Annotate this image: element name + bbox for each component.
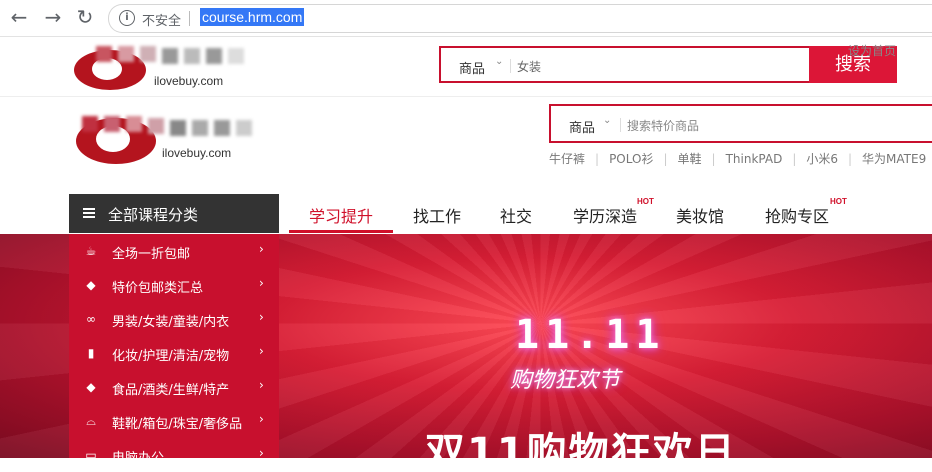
hot-keyword-link[interactable]: 牛仔裤: [549, 152, 595, 166]
chevron-down-icon[interactable]: ⌄: [495, 56, 503, 67]
all-categories-label: 全部课程分类: [108, 206, 199, 224]
menu-item-label: 男装/女装/童装/内衣: [112, 315, 230, 330]
nav-item-flash-sale[interactable]: 抢购专区: [765, 203, 829, 227]
logo-main[interactable]: ilovebuy.com: [74, 112, 264, 164]
banner-script: 购物狂欢节: [510, 368, 621, 393]
set-homepage-link[interactable]: 设为首页: [848, 42, 896, 59]
banner-headline: 双11购物狂欢日: [425, 430, 737, 458]
logo-pixel: [162, 48, 178, 64]
menu-item-label: 鞋靴/箱包/珠宝/奢侈品: [112, 417, 243, 432]
nav-item-social[interactable]: 社交: [500, 203, 532, 227]
menu-item-label: 电脑办公: [112, 451, 165, 466]
divider: [0, 96, 932, 97]
menu-item[interactable]: ◆ 食品/酒类/生鲜/特产 ›: [69, 370, 279, 404]
chevron-right-icon: ›: [259, 310, 264, 324]
menu-item[interactable]: ∞ 男装/女装/童装/内衣 ›: [69, 302, 279, 336]
logo-pixel: [148, 118, 164, 134]
chevron-down-icon[interactable]: ⌄: [603, 115, 611, 126]
bra-icon: ∞: [86, 312, 96, 326]
shoe-icon: ⌓: [86, 414, 96, 428]
hot-keyword-link[interactable]: 单鞋: [668, 152, 712, 166]
logo-top[interactable]: ilovebuy.com: [74, 44, 254, 90]
search-category-select[interactable]: 商品: [569, 117, 595, 136]
nav-item-jobs[interactable]: 找工作: [413, 203, 461, 227]
browser-toolbar: ← → ↻ i 不安全 course.hrm.com: [0, 0, 932, 37]
divider: [620, 118, 621, 132]
hot-keyword-link[interactable]: ThinkPAD: [716, 152, 793, 166]
menu-item[interactable]: ◆ 特价包邮类汇总 ›: [69, 268, 279, 302]
logo-pixel: [140, 46, 156, 62]
logo-text: ilovebuy.com: [154, 74, 224, 88]
reload-icon[interactable]: ↻: [74, 6, 96, 28]
fish-icon: ◆: [86, 380, 96, 394]
logo-pixel: [104, 116, 120, 132]
menu-item-label: 化妆/护理/清洁/宠物: [112, 349, 230, 364]
menu-item[interactable]: ▮ 化妆/护理/清洁/宠物 ›: [69, 336, 279, 370]
active-tab-indicator: [289, 230, 393, 233]
all-categories-button[interactable]: 全部课程分类: [69, 194, 279, 233]
search-input[interactable]: 搜索特价商品: [627, 117, 699, 134]
menu-item[interactable]: ▭ 电脑办公 ›: [69, 438, 279, 472]
fish-icon: ◆: [86, 278, 96, 292]
logo-pixel: [236, 120, 252, 136]
divider: [510, 59, 511, 73]
nav-item-beauty[interactable]: 美妆馆: [676, 203, 724, 227]
arrow-right-icon[interactable]: →: [42, 6, 64, 28]
hot-keyword-link[interactable]: 华为MATE9: [852, 152, 932, 166]
logo-pixel: [170, 120, 186, 136]
hot-keyword-link[interactable]: 小米6: [796, 152, 848, 166]
menu-icon: [83, 208, 95, 218]
menu-item[interactable]: ⌓ 鞋靴/箱包/珠宝/奢侈品 ›: [69, 404, 279, 438]
hot-keyword-link[interactable]: POLO衫: [599, 152, 663, 166]
logo-text: ilovebuy.com: [162, 146, 232, 160]
chevron-right-icon: ›: [259, 276, 264, 290]
info-icon[interactable]: i: [119, 10, 135, 26]
logo-pixel: [126, 116, 142, 132]
search-input[interactable]: 女装: [517, 58, 541, 75]
chevron-right-icon: ›: [259, 344, 264, 358]
search-category-select[interactable]: 商品: [459, 58, 485, 77]
chevron-right-icon: ›: [259, 412, 264, 426]
computer-icon: ▭: [85, 448, 97, 462]
hot-badge: HOT: [830, 197, 847, 206]
menu-item-label: 特价包邮类汇总: [112, 281, 204, 296]
logo-pixel: [96, 46, 112, 62]
logo-pixel: [82, 116, 98, 132]
menu-item-label: 食品/酒类/生鲜/特产: [112, 383, 230, 398]
cup-icon: ☕: [85, 244, 97, 258]
address-bar[interactable]: i 不安全 course.hrm.com: [108, 4, 932, 33]
search-bar-main: 商品 ⌄ 搜索特价商品: [549, 104, 932, 143]
chevron-right-icon: ›: [259, 378, 264, 392]
logo-pixel: [228, 48, 244, 64]
category-menu: ☕ 全场一折包邮 › ◆ 特价包邮类汇总 › ∞ 男装/女装/童装/内衣 › ▮…: [69, 234, 279, 466]
menu-item-label: 全场一折包邮: [112, 247, 191, 262]
nav-item-education[interactable]: 学历深造: [573, 203, 637, 227]
chevron-right-icon: ›: [259, 242, 264, 256]
menu-item[interactable]: ☕ 全场一折包邮 ›: [69, 234, 279, 268]
security-label: 不安全: [142, 14, 182, 29]
nav-item-study[interactable]: 学习提升: [309, 203, 373, 227]
hot-keywords: 牛仔裤 | POLO衫 | 单鞋 | ThinkPAD | 小米6 | 华为MATE9: [549, 150, 932, 167]
bottle-icon: ▮: [87, 346, 95, 360]
logo-pixel: [206, 48, 222, 64]
hot-badge: HOT: [637, 197, 654, 206]
logo-pixel: [192, 120, 208, 136]
logo-pixel: [214, 120, 230, 136]
logo-pixel: [118, 46, 134, 62]
logo-pixel: [184, 48, 200, 64]
url-text[interactable]: course.hrm.com: [200, 8, 305, 26]
divider: [189, 11, 190, 26]
banner-date: 11.11: [515, 312, 666, 358]
arrow-left-icon[interactable]: ←: [8, 6, 30, 28]
